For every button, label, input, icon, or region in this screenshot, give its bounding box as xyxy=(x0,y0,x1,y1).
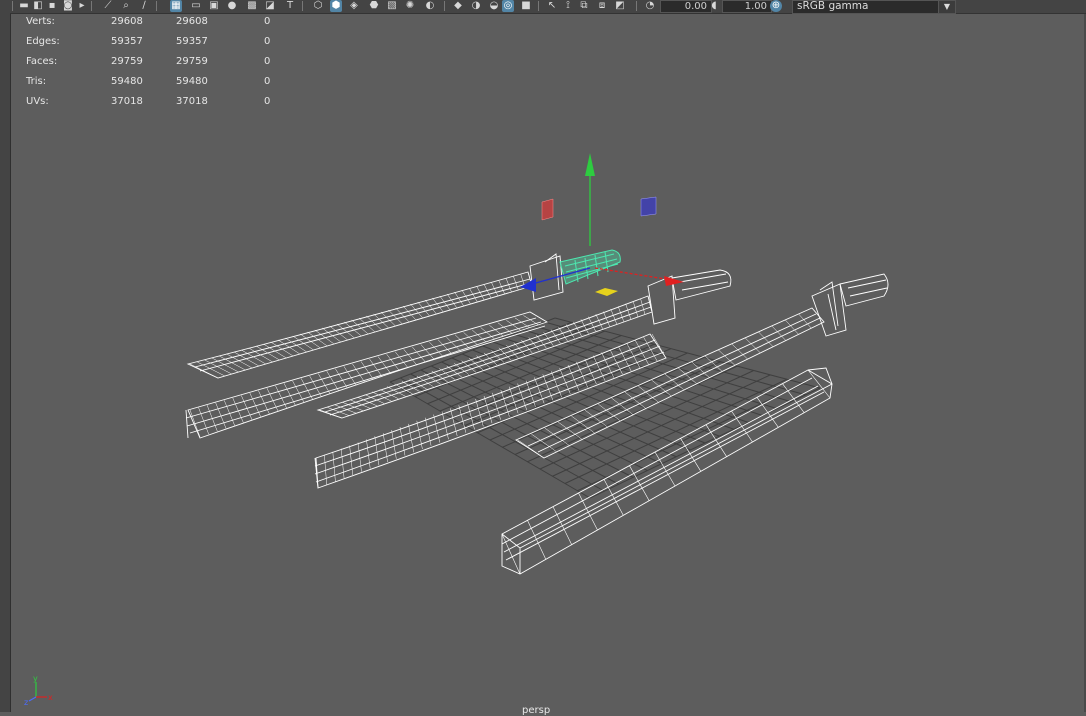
move-y-arrow-icon[interactable] xyxy=(585,153,595,176)
hud-value-scene: 29759 xyxy=(111,56,143,67)
hud-label: Verts: xyxy=(26,16,55,27)
color-space-value: sRGB gamma xyxy=(797,0,869,12)
move-x-axis[interactable] xyxy=(594,267,673,281)
camera-icon[interactable]: ▬ xyxy=(18,0,30,12)
hud-label: Faces: xyxy=(26,56,58,67)
camera-name-label: persp xyxy=(522,705,551,716)
hud-value-object: 59480 xyxy=(176,76,208,87)
hud-label: UVs: xyxy=(26,96,49,107)
move-manipulator[interactable] xyxy=(520,153,684,296)
hud-label: Edges: xyxy=(26,36,60,47)
screen-ao-icon[interactable]: ◆ xyxy=(452,0,464,12)
left-panel-edge xyxy=(0,0,11,712)
move-plane-xz-handle[interactable] xyxy=(595,288,618,296)
resolution-gate-icon[interactable]: ▣ xyxy=(208,0,220,12)
move-plane-yz-handle[interactable] xyxy=(640,196,657,217)
lights-icon[interactable]: ✺ xyxy=(404,0,416,12)
isolate-icon[interactable]: ⌕ xyxy=(120,0,132,12)
motion-blur-icon[interactable]: ◑ xyxy=(470,0,482,12)
scabbard-mesh-2[interactable] xyxy=(314,333,667,489)
axis-label-x: x xyxy=(48,693,53,702)
hud-value-selected: 0 xyxy=(264,16,271,27)
camera-attr-icon[interactable]: ◧ xyxy=(32,0,44,12)
view-axis-indicator: y x z xyxy=(24,674,53,707)
image-plane-icon[interactable]: ◙ xyxy=(62,0,74,12)
hud-value-object: 29608 xyxy=(176,16,208,27)
2d-pan-icon[interactable]: ⟋ xyxy=(102,0,114,12)
grid-icon[interactable]: ▦ xyxy=(170,0,182,12)
scabbard-mesh-1[interactable] xyxy=(185,311,549,439)
viewport-toolbar: ▬ ◧ ▪ ◙ ▸ ⟋ ⌕ ∕ ▦ ▭ ▣ ● ▩ ◪ T ⬡ ⬢ ◈ ⬣ ▧ … xyxy=(10,0,1086,14)
move-z-axis[interactable] xyxy=(531,267,591,285)
move-plane-xy-handle[interactable] xyxy=(541,198,554,221)
hud-value-scene: 29608 xyxy=(111,16,143,27)
bookmark-icon[interactable]: ▪ xyxy=(46,0,58,12)
toolbar-separator xyxy=(444,1,445,11)
antialias-icon[interactable]: ◒ xyxy=(488,0,500,12)
hud-value-object: 29759 xyxy=(176,56,208,67)
safe-action-icon[interactable]: ◪ xyxy=(264,0,276,12)
scabbard-mesh-3-hatch xyxy=(501,369,831,575)
blade-mesh-2-hatch xyxy=(319,295,653,419)
toolbar-separator xyxy=(538,1,539,11)
hud-value-selected: 0 xyxy=(264,96,271,107)
hud-value-object: 37018 xyxy=(176,96,208,107)
hud-value-scene: 37018 xyxy=(111,96,143,107)
move-x-arrow-icon[interactable] xyxy=(664,276,684,286)
camera-sequence-icon[interactable]: ⧈ xyxy=(596,0,608,12)
blade-mesh-1[interactable] xyxy=(186,253,564,379)
gate-mask-icon[interactable]: ● xyxy=(226,0,238,12)
film-gate-icon[interactable]: ▭ xyxy=(190,0,202,12)
dof-icon[interactable]: ◎ xyxy=(502,0,514,12)
textured-icon[interactable]: ▧ xyxy=(386,0,398,12)
axis-label-y: y xyxy=(33,674,38,683)
safe-title-icon[interactable]: T xyxy=(284,0,296,12)
smooth-shade-icon[interactable]: ⬢ xyxy=(330,0,342,12)
toolbar-separator xyxy=(302,1,303,11)
wireframe-icon[interactable]: ⬡ xyxy=(312,0,324,12)
xray-icon[interactable]: ↖ xyxy=(546,0,558,12)
color-management-icon[interactable]: ⊕ xyxy=(770,0,782,12)
scabbard-mesh-2-hatch xyxy=(315,333,667,489)
xray-components-icon[interactable]: ⧉ xyxy=(578,0,590,12)
hud-value-object: 59357 xyxy=(176,36,208,47)
blade-mesh-3-hatch xyxy=(517,307,825,459)
scabbard-mesh-1-hatch xyxy=(189,312,548,438)
field-chart-icon[interactable]: ▩ xyxy=(246,0,258,12)
selected-handle-mesh[interactable] xyxy=(559,249,621,285)
move-z-arrow-icon[interactable] xyxy=(520,278,536,292)
axis-label-z: z xyxy=(24,698,28,707)
grease-pencil-icon[interactable]: ▸ xyxy=(76,0,88,12)
toolbar-separator xyxy=(91,1,92,11)
isolate-select-icon[interactable]: ■ xyxy=(520,0,532,12)
hud-value-selected: 0 xyxy=(264,76,271,87)
xray-joints-icon[interactable]: ⟟ xyxy=(562,0,574,12)
toolbar-separator xyxy=(636,1,637,11)
exposure-icon[interactable]: ◔ xyxy=(644,0,656,12)
ground-grid xyxy=(389,317,821,499)
blade-mesh-2[interactable] xyxy=(316,269,732,419)
shade-wire-icon[interactable]: ◈ xyxy=(348,0,360,12)
toggle-hud-icon[interactable]: ◩ xyxy=(614,0,626,12)
shadows-icon[interactable]: ◐ xyxy=(424,0,436,12)
scabbard-mesh-3[interactable] xyxy=(501,367,833,575)
exposure-field[interactable]: 0.00 xyxy=(660,0,712,13)
blade-mesh-3[interactable] xyxy=(515,273,889,459)
chevron-down-icon[interactable]: ▼ xyxy=(938,1,955,13)
toolbar-separator xyxy=(12,1,13,11)
hud-label: Tris: xyxy=(26,76,47,87)
toolbar-separator xyxy=(156,1,157,11)
hud-value-scene: 59357 xyxy=(111,36,143,47)
gamma-field[interactable]: 1.00 xyxy=(722,0,772,13)
blade-mesh-1-hatch xyxy=(189,271,533,379)
default-material-icon[interactable]: ⬣ xyxy=(368,0,380,12)
hud-value-scene: 59480 xyxy=(111,76,143,87)
brush-icon[interactable]: ∕ xyxy=(138,0,150,12)
hud-value-selected: 0 xyxy=(264,36,271,47)
gamma-icon[interactable]: ◖ xyxy=(708,0,720,12)
hud-value-selected: 0 xyxy=(264,56,271,67)
color-space-dropdown[interactable]: sRGB gamma ▼ xyxy=(792,0,956,14)
3d-viewport[interactable]: y x z xyxy=(0,0,1086,712)
